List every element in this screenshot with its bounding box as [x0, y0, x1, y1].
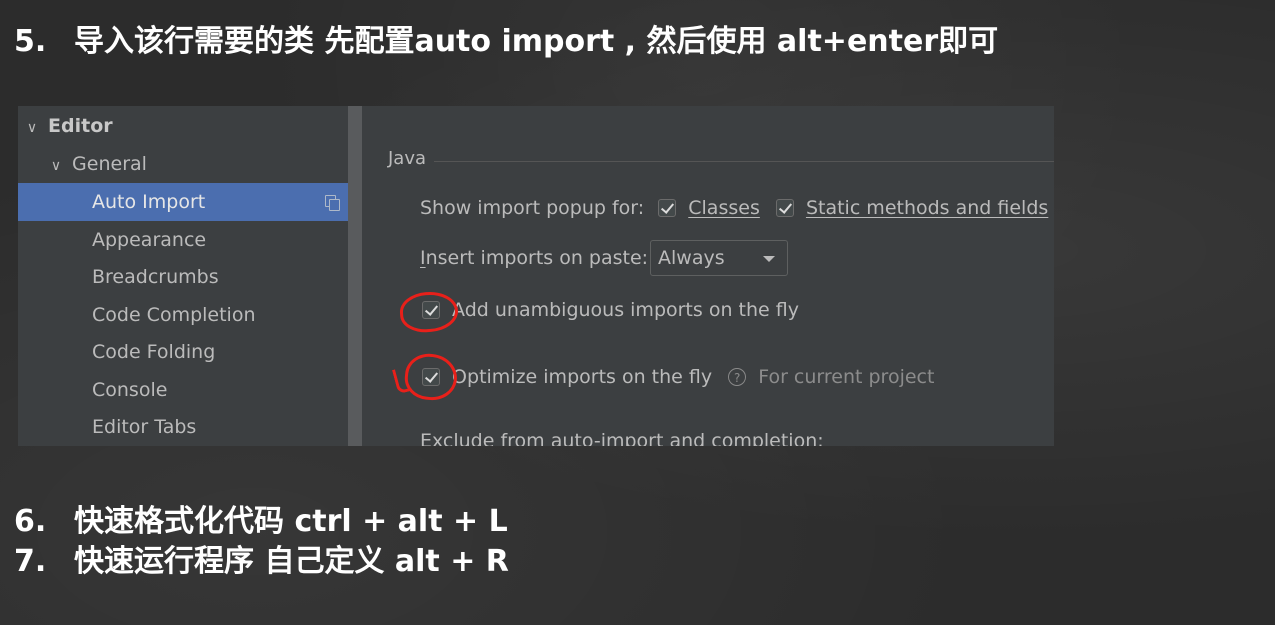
- sidebar-item-code-completion[interactable]: Code Completion: [18, 296, 362, 334]
- section-divider: [434, 161, 1054, 162]
- auto-import-panel: Java Show import popup for: Classes Stat…: [362, 106, 1054, 446]
- sidebar-item-appearance[interactable]: Appearance: [18, 221, 362, 259]
- unambiguous-row: Add unambiguous imports on the fly: [422, 297, 799, 323]
- question-circle-icon[interactable]: ?: [728, 368, 747, 386]
- sidebar-item-label: Breadcrumbs: [92, 266, 219, 288]
- item-text: 导入该行需要的类 先配置auto import , 然后使用 alt+enter…: [74, 24, 999, 59]
- static-methods-label: Static methods and fields: [805, 197, 1049, 219]
- sidebar-item-label: Appearance: [92, 229, 207, 251]
- sidebar-item-label: Editor: [48, 115, 113, 137]
- item-number: 5.: [14, 24, 47, 59]
- import-popup-row: Show import popup for: Classes Static me…: [420, 195, 1048, 221]
- sidebar-item-label: Console: [92, 379, 168, 401]
- sidebar-item-label: Editor Tabs: [92, 416, 197, 438]
- item-number: 6.: [14, 504, 47, 539]
- select-value: Always: [658, 247, 725, 269]
- unambiguous-label: Add unambiguous imports on the fly: [452, 299, 799, 321]
- settings-sidebar: ∨ Editor ∨ General Auto Import Appearanc…: [18, 106, 362, 446]
- sidebar-item-label: Code Folding: [92, 341, 216, 363]
- slide-item-7: 7. 快速运行程序 自己定义 alt + R: [14, 542, 509, 582]
- ide-settings-screenshot: ∨ Editor ∨ General Auto Import Appearanc…: [18, 106, 1054, 446]
- popup-label: Show import popup for:: [420, 197, 645, 219]
- item-text: 快速运行程序 自己定义 alt + R: [74, 544, 509, 579]
- sidebar-item-label: Code Completion: [92, 304, 256, 326]
- static-methods-checkbox[interactable]: [775, 199, 794, 217]
- sidebar-scrollbar[interactable]: [348, 106, 362, 446]
- exclude-label: Exclude from auto-import and completion:: [420, 430, 824, 446]
- optimize-label: Optimize imports on the fly: [452, 366, 713, 388]
- sidebar-item-label: Auto Import: [92, 191, 206, 213]
- sidebar-item-general[interactable]: ∨ General: [18, 145, 362, 183]
- section-title: Java: [388, 148, 427, 169]
- sidebar-item-auto-import[interactable]: Auto Import: [18, 183, 362, 221]
- item-number: 7.: [14, 544, 47, 579]
- chevron-down-icon[interactable]: ∨: [46, 147, 66, 185]
- sidebar-item-label: General: [72, 153, 147, 175]
- classes-label: Classes: [688, 197, 760, 219]
- item-text: 快速格式化代码 ctrl + alt + L: [74, 504, 508, 539]
- sidebar-item-code-folding[interactable]: Code Folding: [18, 333, 362, 371]
- slide-item-6: 6. 快速格式化代码 ctrl + alt + L: [14, 502, 508, 542]
- classes-checkbox[interactable]: [658, 199, 677, 217]
- insert-on-paste-row: Insert imports on paste:: [420, 245, 648, 271]
- optimize-hint: For current project: [758, 366, 935, 388]
- sidebar-item-breadcrumbs[interactable]: Breadcrumbs: [18, 258, 362, 296]
- optimize-row: Optimize imports on the fly ? For curren…: [422, 364, 934, 390]
- insert-on-paste-select[interactable]: Always: [650, 240, 788, 276]
- chevron-down-icon[interactable]: ∨: [22, 109, 42, 147]
- paste-label: nsert imports on paste:: [425, 247, 649, 269]
- slide-item-5: 5. 导入该行需要的类 先配置auto import , 然后使用 alt+ent…: [14, 22, 998, 62]
- sidebar-item-editor-tabs[interactable]: Editor Tabs: [18, 408, 362, 446]
- copy-icon: [325, 195, 340, 211]
- chevron-down-icon: [763, 256, 775, 262]
- sidebar-item-console[interactable]: Console: [18, 371, 362, 409]
- sidebar-item-editor[interactable]: ∨ Editor: [18, 107, 358, 145]
